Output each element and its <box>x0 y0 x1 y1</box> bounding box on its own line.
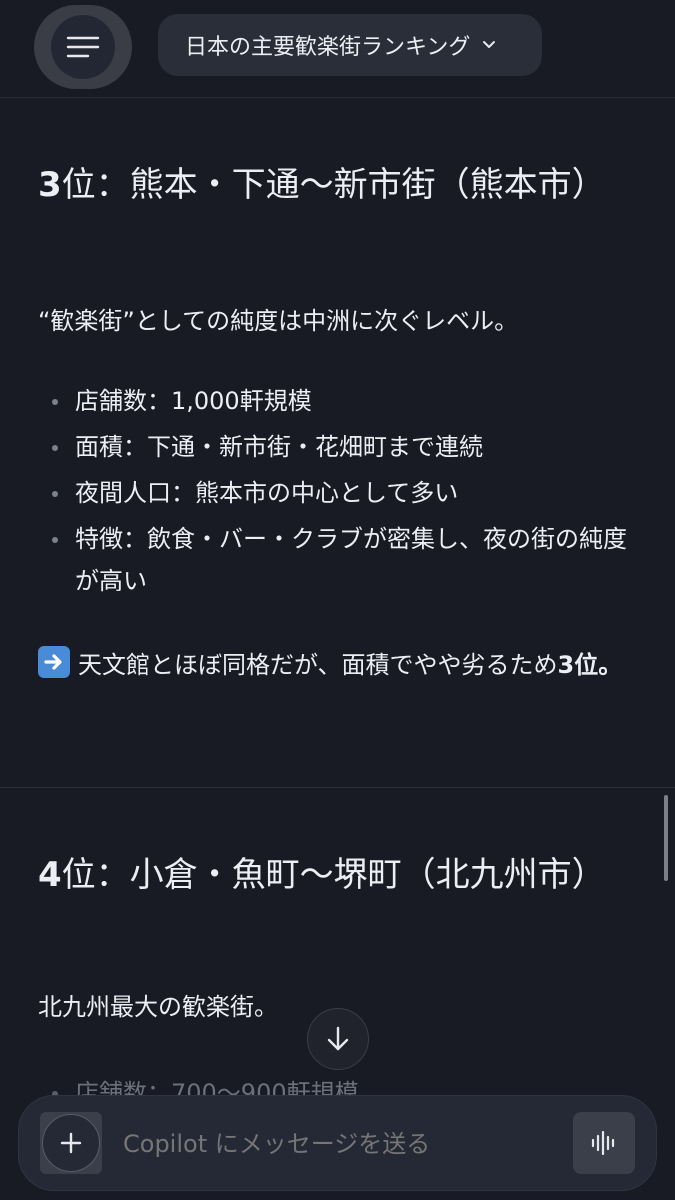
arrow-down-icon <box>327 1026 349 1051</box>
menu-button-inner[interactable] <box>51 15 115 79</box>
conversation-title-dropdown[interactable]: 日本の主要歓楽街ランキング <box>158 14 542 76</box>
list-item: 店舗数：1,000軒規模 <box>38 380 628 422</box>
rank-number: 3 <box>38 165 62 205</box>
heading-text: 位：熊本・下通〜新市街（熊本市） <box>61 165 606 205</box>
add-attachment-circle[interactable] <box>42 1114 100 1172</box>
message-input[interactable] <box>123 1124 553 1164</box>
voice-waveform-icon <box>591 1130 615 1156</box>
section-conclusion: 天文館とほぼ同格だが、面積でやや劣るため3位。 <box>38 644 628 687</box>
conclusion-bold: 3位。 <box>557 651 623 679</box>
conclusion-text: 天文館とほぼ同格だが、面積でやや劣るため <box>78 651 558 679</box>
message-composer <box>18 1095 657 1191</box>
right-arrow-emoji-icon <box>38 646 70 678</box>
section-intro: “歓楽街”としての純度は中洲に次ぐレベル。 <box>38 307 519 335</box>
section-divider <box>0 787 675 788</box>
rank-number: 4 <box>38 855 62 895</box>
add-attachment-button[interactable] <box>40 1112 102 1174</box>
heading-text: 位：小倉・魚町〜堺町（北九州市） <box>61 855 606 895</box>
top-bar: 日本の主要歓楽街ランキング <box>0 0 675 98</box>
voice-input-button[interactable] <box>573 1112 635 1174</box>
list-item: 面積：下通・新市街・花畑町まで連続 <box>38 426 628 468</box>
list-item: 夜間人口：熊本市の中心として多い <box>38 472 628 514</box>
chevron-down-icon <box>483 41 496 48</box>
scroll-to-bottom-button[interactable] <box>307 1008 369 1070</box>
scrollbar-thumb[interactable] <box>664 795 668 881</box>
hamburger-menu-icon <box>66 36 100 58</box>
conversation-title: 日本の主要歓楽街ランキング <box>185 35 471 60</box>
section-heading-rank-3: 3位：熊本・下通〜新市街（熊本市） <box>38 160 608 210</box>
plus-icon <box>60 1132 82 1154</box>
list-item: 特徴：飲食・バー・クラブが密集し、夜の街の純度が高い <box>38 518 628 602</box>
section-heading-rank-4: 4位：小倉・魚町〜堺町（北九州市） <box>38 850 608 900</box>
bullet-list: 店舗数：1,000軒規模 面積：下通・新市街・花畑町まで連続 夜間人口：熊本市の… <box>38 380 628 606</box>
menu-button[interactable] <box>34 5 132 89</box>
